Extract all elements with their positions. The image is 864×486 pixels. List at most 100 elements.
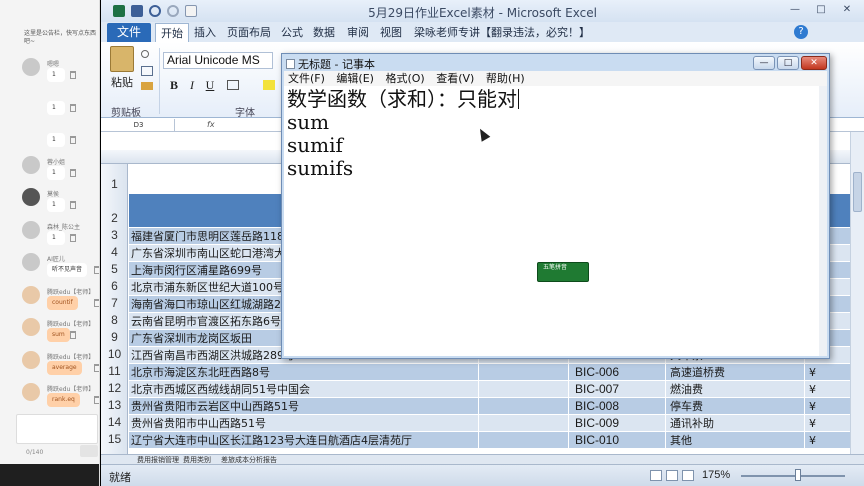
table-row[interactable]: 贵州省贵阳市云岩区中山西路51号 BIC-008 停车费 ¥ [129,398,859,415]
table-cell[interactable]: ¥ [809,398,849,414]
table-cell[interactable]: 北京市海淀区东北旺西路8号 [131,364,476,380]
row-number[interactable]: 13 [101,398,128,412]
table-cell[interactable]: BIC-010 [575,432,665,448]
page-layout-view-icon[interactable] [666,470,678,481]
zoom-level[interactable]: 175% [702,469,730,481]
table-cell[interactable]: BIC-009 [575,415,665,431]
tab-data[interactable]: 数据 [313,23,335,42]
help-icon[interactable]: ? [794,25,808,39]
table-cell[interactable]: 通讯补助 [670,415,800,431]
trash-icon[interactable] [70,201,76,209]
table-cell[interactable]: ¥ [809,381,849,397]
table-cell[interactable]: 高速道桥费 [670,364,800,380]
paste-button[interactable]: 粘贴 [109,46,135,89]
trash-icon[interactable] [94,298,99,307]
table-row[interactable]: 贵州省贵阳市中山西路51号 BIC-009 通讯补助 ¥ [129,415,859,432]
chat-sender-name: 腾跃edu【老师】 [47,321,95,328]
menu-file[interactable]: 文件(F) [288,72,325,85]
tab-file[interactable]: 文件 [107,23,151,42]
row-number[interactable]: 5 [101,262,128,276]
close-icon[interactable]: ✕ [836,2,858,18]
trash-icon[interactable] [94,266,99,274]
trash-icon[interactable] [70,136,76,144]
bold-button[interactable]: B [167,78,181,92]
row-number[interactable]: 10 [101,347,128,361]
table-cell[interactable]: ¥ [809,364,849,380]
cut-icon[interactable] [141,50,149,58]
tab-review[interactable]: 审阅 [347,23,369,42]
row-number[interactable]: 4 [101,245,128,259]
row-number[interactable]: 1 [101,177,128,191]
chat-bubble: 1 [47,133,65,147]
zoom-slider[interactable] [741,475,845,477]
trash-icon[interactable] [94,396,99,404]
tab-home[interactable]: 开始 [155,23,189,42]
table-row[interactable]: 辽宁省大连市中山区长江路123号大连日航酒店4层清苑厅 BIC-010 其他 ¥ [129,432,859,449]
underline-button[interactable]: U [203,78,217,92]
row-number[interactable]: 2 [101,211,128,225]
table-cell[interactable]: 燃油费 [670,381,800,397]
close-icon[interactable]: ✕ [801,56,827,70]
menu-help[interactable]: 帮助(H) [486,72,525,85]
row-number[interactable]: 15 [101,432,128,446]
row-number[interactable]: 14 [101,415,128,429]
table-cell[interactable]: ¥ [809,415,849,431]
tab-formulas[interactable]: 公式 [281,23,303,42]
format-painter-icon[interactable] [141,82,153,90]
minimize-icon[interactable]: — [753,56,775,70]
table-cell[interactable]: BIC-008 [575,398,665,414]
ime-toolbar[interactable]: 五笔拼音 [537,262,589,282]
trash-icon[interactable] [70,233,76,242]
row-number[interactable]: 8 [101,313,128,327]
fill-color-icon[interactable] [263,80,275,90]
chat-send-button[interactable] [80,445,98,457]
name-box[interactable]: D3 [103,119,175,131]
table-cell[interactable]: ¥ [809,432,849,448]
vertical-scrollbar[interactable] [850,132,864,454]
table-row[interactable]: 北京市西城区西绒线胡同51号中国会 BIC-007 燃油费 ¥ [129,381,859,398]
trash-icon[interactable] [94,363,99,372]
table-row[interactable]: 北京市海淀区东北旺西路8号 BIC-006 高速道桥费 ¥ [129,364,859,381]
row-number[interactable]: 9 [101,330,128,344]
chat-bubble: 1 [47,68,65,82]
table-cell[interactable]: BIC-006 [575,364,665,380]
insert-function-icon[interactable]: fx [207,118,215,132]
table-cell[interactable]: 北京市西城区西绒线胡同51号中国会 [131,381,476,397]
italic-button[interactable]: I [185,78,199,92]
maximize-icon[interactable]: □ [810,2,832,18]
tab-page-layout[interactable]: 页面布局 [227,23,271,42]
row-number[interactable]: 7 [101,296,128,310]
table-cell[interactable]: 贵州省贵阳市云岩区中山西路51号 [131,398,476,414]
scroll-thumb[interactable] [853,172,862,212]
notepad-scrollbar[interactable] [819,86,827,356]
zoom-slider-knob[interactable] [795,469,801,481]
table-cell[interactable]: 停车费 [670,398,800,414]
table-cell[interactable]: 其他 [670,432,800,448]
table-cell[interactable]: BIC-007 [575,381,665,397]
table-cell[interactable]: 贵州省贵阳市中山西路51号 [131,415,476,431]
menu-format[interactable]: 格式(O) [385,72,424,85]
trash-icon[interactable] [70,103,76,112]
trash-icon[interactable] [70,168,76,177]
chat-input[interactable] [16,414,98,444]
menu-edit[interactable]: 编辑(E) [336,72,374,85]
tab-custom[interactable]: 梁咏老师专讲【翻录违法，必究！】 [414,23,590,42]
copy-icon[interactable] [141,66,153,76]
trash-icon[interactable] [70,331,76,339]
font-name-select[interactable]: Arial Unicode MS [163,52,273,69]
maximize-icon[interactable]: □ [777,56,799,70]
row-number[interactable]: 3 [101,228,128,242]
tab-view[interactable]: 视图 [380,23,402,42]
border-icon[interactable] [227,80,239,90]
menu-view[interactable]: 查看(V) [436,72,474,85]
tab-insert[interactable]: 插入 [194,23,216,42]
notepad-text-area[interactable]: 数学函数（求和）：只能对 sum sumif sumifs 五笔拼音 [284,86,820,356]
trash-icon[interactable] [70,71,76,79]
minimize-icon[interactable]: — [784,2,806,18]
page-break-view-icon[interactable] [682,470,694,481]
row-number[interactable]: 12 [101,381,128,395]
row-number[interactable]: 11 [101,364,128,378]
row-number[interactable]: 6 [101,279,128,293]
table-cell[interactable]: 辽宁省大连市中山区长江路123号大连日航酒店4层清苑厅 [131,432,476,448]
normal-view-icon[interactable] [650,470,662,481]
